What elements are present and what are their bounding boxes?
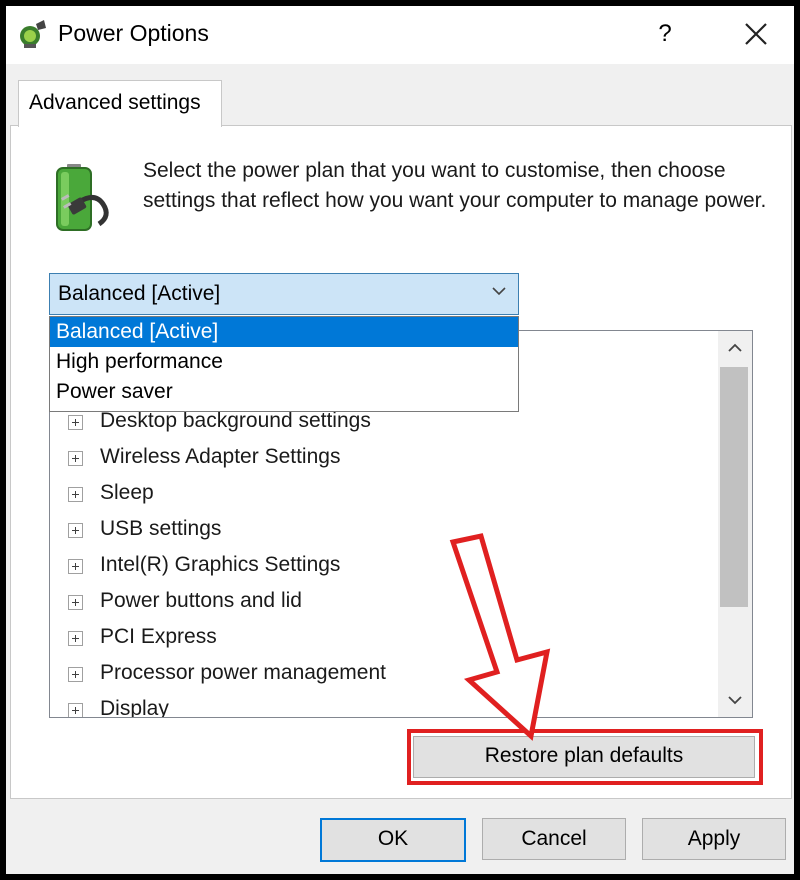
tree-item-label: Sleep [100, 481, 154, 504]
plan-option-label: Balanced [Active] [56, 320, 219, 343]
scroll-thumb[interactable] [720, 367, 748, 607]
plan-option-label: High performance [56, 350, 223, 373]
expand-icon[interactable] [68, 415, 83, 430]
expand-icon[interactable] [68, 667, 83, 682]
apply-button[interactable]: Apply [642, 818, 786, 860]
expand-icon[interactable] [68, 559, 83, 574]
title-bar: Power Options ? [6, 6, 794, 64]
expand-icon[interactable] [68, 451, 83, 466]
vertical-scrollbar[interactable] [718, 331, 752, 717]
tree-item-label: Desktop background settings [100, 409, 371, 432]
plan-option-balanced[interactable]: Balanced [Active] [50, 317, 518, 347]
tree-item-label: Intel(R) Graphics Settings [100, 553, 341, 576]
window-title: Power Options [58, 20, 209, 46]
restore-plan-defaults-button[interactable]: Restore plan defaults [413, 736, 755, 778]
plan-option-label: Power saver [56, 380, 173, 403]
tree-item-sleep[interactable]: Sleep [50, 477, 710, 513]
plan-option-power-saver[interactable]: Power saver [50, 377, 518, 407]
expand-icon[interactable] [68, 703, 83, 717]
tree-item-intel-graphics[interactable]: Intel(R) Graphics Settings [50, 549, 710, 585]
expand-icon[interactable] [68, 487, 83, 502]
tab-label: Advanced settings [29, 91, 201, 114]
tree-item-label: USB settings [100, 517, 222, 540]
cancel-button[interactable]: Cancel [482, 818, 626, 860]
tree-item-display[interactable]: Display [50, 693, 710, 718]
tab-advanced-settings[interactable]: Advanced settings [18, 80, 222, 127]
expand-icon[interactable] [68, 631, 83, 646]
close-icon [745, 23, 767, 45]
power-plan-value: Balanced [Active] [58, 282, 221, 305]
tree-item-label: Processor power management [100, 661, 386, 684]
power-options-window: Power Options ? Advanced settings Select… [6, 6, 794, 874]
tree-item-label: Wireless Adapter Settings [100, 445, 341, 468]
power-plan-options-list: Balanced [Active] High performance Power… [49, 316, 519, 412]
tree-item-label: PCI Express [100, 625, 217, 648]
tree-item-wireless-adapter[interactable]: Wireless Adapter Settings [50, 441, 710, 477]
tree-item-label: Power buttons and lid [100, 589, 302, 612]
battery-plug-icon [56, 164, 109, 231]
chevron-down-icon [492, 287, 506, 296]
tree-item-processor-power[interactable]: Processor power management [50, 657, 710, 693]
plan-option-high-performance[interactable]: High performance [50, 347, 518, 377]
help-button[interactable]: ? [651, 16, 679, 52]
advanced-settings-panel: Select the power plan that you want to c… [10, 125, 792, 799]
tree-item-pci-express[interactable]: PCI Express [50, 621, 710, 657]
chevron-up-icon [728, 343, 742, 352]
power-options-icon [20, 20, 46, 48]
scroll-up-button[interactable] [718, 331, 752, 365]
expand-icon[interactable] [68, 523, 83, 538]
ok-button[interactable]: OK [320, 818, 466, 862]
instruction-text: Select the power plan that you want to c… [143, 159, 767, 212]
power-plan-dropdown[interactable]: Balanced [Active] [49, 273, 519, 315]
tree-item-power-buttons[interactable]: Power buttons and lid [50, 585, 710, 621]
tree-item-usb-settings[interactable]: USB settings [50, 513, 710, 549]
chevron-down-icon [728, 696, 742, 705]
tree-item-label: Display [100, 697, 169, 718]
close-button[interactable] [738, 16, 774, 52]
expand-icon[interactable] [68, 595, 83, 610]
scroll-down-button[interactable] [718, 683, 752, 717]
